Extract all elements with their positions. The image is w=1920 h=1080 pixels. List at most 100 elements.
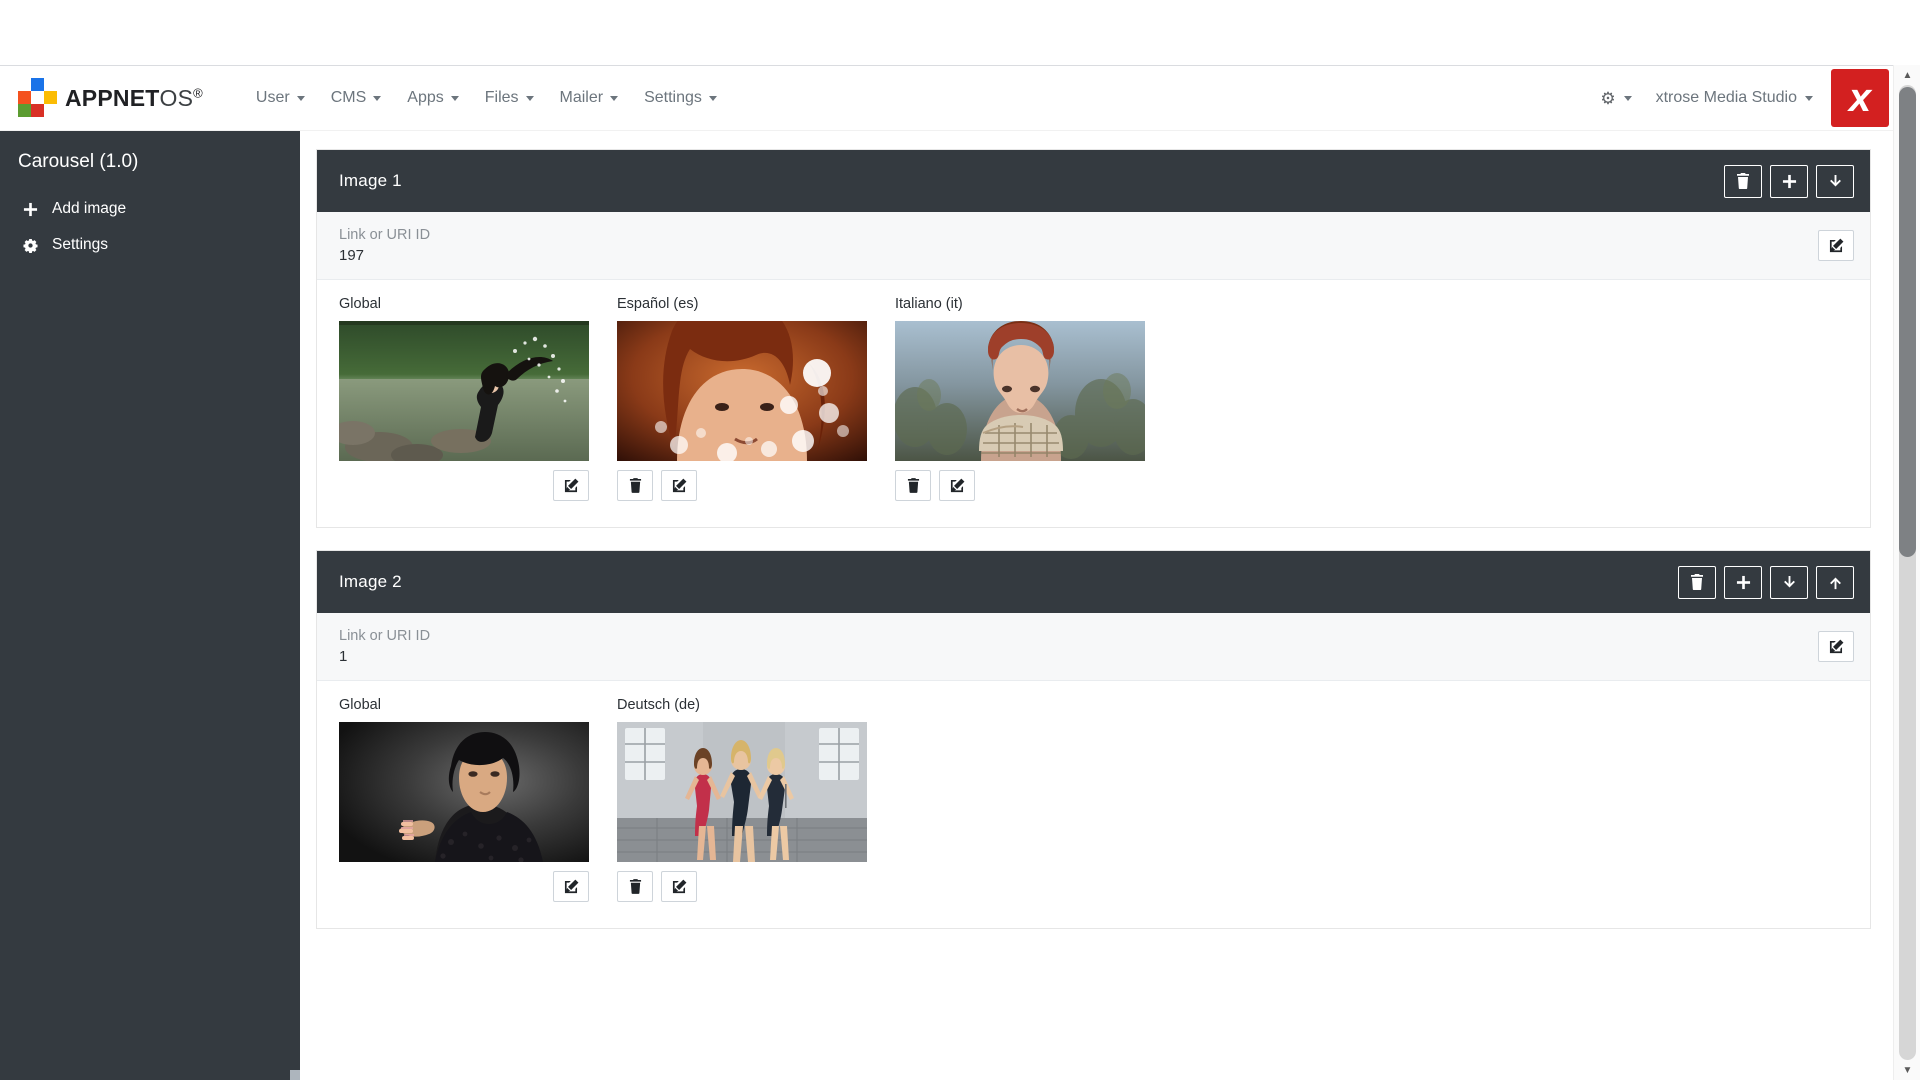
- browser-top-gutter: [0, 0, 1920, 65]
- move-down-button[interactable]: [1816, 164, 1854, 198]
- nav-item-cms[interactable]: CMS: [318, 83, 395, 113]
- scroll-down-arrow-icon[interactable]: ▼: [1894, 1060, 1920, 1080]
- move-down-button[interactable]: [1770, 565, 1808, 599]
- dark-portrait-image: [339, 722, 589, 862]
- nav-item-user[interactable]: User: [243, 83, 318, 113]
- slide-thumbnail[interactable]: [895, 321, 1145, 461]
- navbar-menu: User CMS Apps Files Mailer Settings: [243, 83, 730, 113]
- delete-slide-button[interactable]: [617, 871, 653, 902]
- image-panel-title: Image 2: [339, 572, 402, 591]
- chevron-down-icon: [1623, 95, 1632, 101]
- sidebar: Carousel (1.0) Add image Settings: [0, 131, 300, 1080]
- image-panel-title: Image 1: [339, 171, 402, 190]
- slide-label: Global: [339, 296, 381, 312]
- xtrose-logo-button[interactable]: x: [1831, 69, 1889, 127]
- nav-item-cms-label: CMS: [330, 89, 367, 106]
- account-menu-button[interactable]: xtrose Media Studio: [1644, 83, 1825, 113]
- chevron-down-icon: [610, 95, 619, 101]
- link-row: Link or URI ID 197: [317, 212, 1870, 280]
- nav-item-apps[interactable]: Apps: [394, 83, 471, 113]
- slide-item: Deutsch (de): [617, 697, 867, 902]
- sidebar-item-settings-label: Settings: [52, 236, 109, 253]
- edit-slide-button[interactable]: [553, 871, 589, 902]
- link-field-value: 1: [339, 648, 348, 665]
- link-field: Link or URI ID 1: [339, 628, 430, 665]
- slide-thumbnail[interactable]: [617, 321, 867, 461]
- nav-item-settings[interactable]: Settings: [631, 83, 730, 113]
- add-image-button[interactable]: [1770, 164, 1808, 198]
- slide-actions: [339, 470, 589, 501]
- link-row: Link or URI ID 1: [317, 613, 1870, 681]
- account-name-label: xtrose Media Studio: [1655, 89, 1797, 106]
- scrollbar-thumb[interactable]: [1899, 87, 1916, 557]
- move-up-button[interactable]: [1816, 565, 1854, 599]
- gear-icon: [22, 238, 39, 253]
- nav-item-settings-label: Settings: [644, 89, 702, 106]
- slide-item: Italiano (it): [895, 296, 1145, 501]
- add-image-button[interactable]: [1724, 565, 1762, 599]
- body-split: Carousel (1.0) Add image Settings Image …: [0, 131, 1893, 1080]
- slide-label: Español (es): [617, 296, 699, 312]
- slide-actions: [895, 470, 1145, 501]
- vertical-scrollbar[interactable]: ▲ ▼: [1893, 65, 1920, 1080]
- nav-item-files-label: Files: [484, 89, 519, 106]
- image-panel: Image 2 Link or URI ID 1 Global Deutsch …: [316, 550, 1871, 929]
- delete-image-button[interactable]: [1724, 164, 1762, 198]
- slide-item: Español (es): [617, 296, 867, 501]
- viewport: APPNETOS® User CMS Apps Files Mailer Set…: [0, 0, 1920, 1080]
- nav-item-mailer[interactable]: Mailer: [547, 83, 632, 113]
- top-navbar: APPNETOS® User CMS Apps Files Mailer Set…: [0, 66, 1893, 131]
- slide-thumbnail[interactable]: [617, 722, 867, 862]
- nav-item-files[interactable]: Files: [472, 83, 547, 113]
- slide-item: Global: [339, 697, 589, 902]
- chevron-down-icon: [373, 95, 382, 101]
- image-panel-header-actions: [1724, 164, 1854, 198]
- brand-logo[interactable]: APPNETOS®: [18, 78, 203, 118]
- delete-slide-button[interactable]: [895, 470, 931, 501]
- edit-link-button[interactable]: [1818, 230, 1854, 261]
- slide-actions: [617, 871, 867, 902]
- brand-name-thin: OS: [159, 84, 194, 111]
- slide-thumbnail[interactable]: [339, 321, 589, 461]
- image-panel-header: Image 1: [317, 150, 1870, 212]
- delete-image-button[interactable]: [1678, 565, 1716, 599]
- three-dancers-image: [617, 722, 867, 862]
- slide-label: Deutsch (de): [617, 697, 701, 713]
- link-field: Link or URI ID 197: [339, 227, 430, 264]
- slide-thumbnail[interactable]: [339, 722, 589, 862]
- edit-slide-button[interactable]: [553, 470, 589, 501]
- lake-woman-image: [339, 321, 589, 461]
- main-content: Image 1 Link or URI ID 197 Global Españo…: [300, 131, 1893, 1080]
- link-field-label: Link or URI ID: [339, 227, 431, 243]
- sidebar-item-settings[interactable]: Settings: [0, 227, 300, 263]
- sidebar-item-add-image[interactable]: Add image: [0, 191, 300, 227]
- delete-slide-button[interactable]: [617, 470, 653, 501]
- nav-item-apps-label: Apps: [407, 89, 444, 106]
- edit-slide-button[interactable]: [939, 470, 975, 501]
- gear-icon: ⚙: [1600, 88, 1616, 108]
- xtrose-logo-letter: x: [1848, 76, 1872, 120]
- settings-menu-button[interactable]: ⚙: [1588, 84, 1643, 113]
- edit-slide-button[interactable]: [661, 470, 697, 501]
- nav-item-mailer-label: Mailer: [559, 89, 604, 106]
- edit-link-button[interactable]: [1818, 631, 1854, 662]
- slide-actions: [617, 470, 867, 501]
- slides-row: Global: [317, 280, 1870, 527]
- nav-item-user-label: User: [255, 89, 290, 106]
- sidebar-resize-grip[interactable]: [290, 1070, 300, 1080]
- brand-name: APPNETOS®: [65, 85, 203, 112]
- slide-label: Italiano (it): [895, 296, 963, 312]
- registered-mark: ®: [193, 84, 203, 100]
- brand-name-bold: APPNET: [65, 84, 160, 111]
- chevron-down-icon: [296, 95, 305, 101]
- edit-slide-button[interactable]: [661, 871, 697, 902]
- link-field-label: Link or URI ID: [339, 628, 431, 644]
- navbar-right: ⚙ xtrose Media Studio x: [1588, 66, 1893, 130]
- slides-row: Global: [317, 681, 1870, 928]
- scroll-up-arrow-icon[interactable]: ▲: [1894, 65, 1920, 85]
- application-frame: APPNETOS® User CMS Apps Files Mailer Set…: [0, 65, 1893, 1080]
- link-field-value: 197: [339, 247, 365, 264]
- slide-label: Global: [339, 697, 381, 713]
- slide-item: Global: [339, 296, 589, 501]
- slide-actions: [339, 871, 589, 902]
